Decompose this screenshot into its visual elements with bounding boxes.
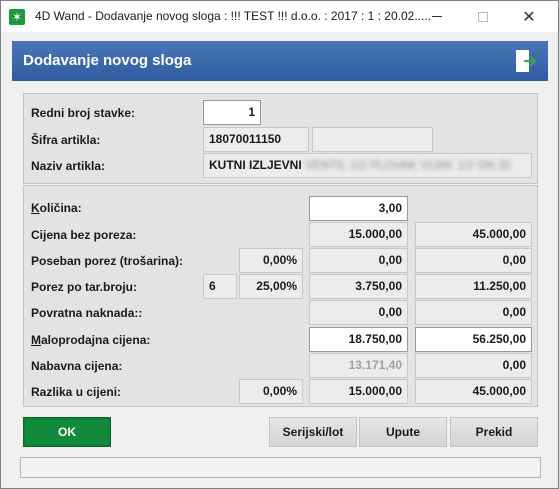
maloprodajna-label-hotkey: M (31, 333, 41, 347)
minimize-button[interactable] (414, 1, 460, 32)
cijena-bez-poreza-label: Cijena bez poreza: (31, 228, 137, 242)
nabavna-unit[interactable]: 13.171,40 (309, 353, 408, 378)
upute-button[interactable]: Upute (359, 417, 447, 447)
nabavna-label: Nabavna cijena: (31, 359, 123, 373)
maloprodajna-unit-input[interactable]: 18.750,00 (309, 327, 408, 352)
cijena-bez-poreza-total[interactable]: 45.000,00 (415, 222, 532, 247)
poseban-porez-label: Poseban porez (trošarina): (31, 254, 184, 268)
kolicina-input[interactable]: 3,00 (309, 196, 408, 221)
maximize-icon (478, 11, 488, 22)
sifra-field[interactable]: 18070011150 (203, 127, 309, 152)
poseban-porez-unit[interactable]: 0,00 (309, 248, 408, 273)
status-bar (20, 457, 541, 478)
porez-percent[interactable]: 25,00% (239, 274, 303, 299)
povratna-total[interactable]: 0,00 (415, 300, 532, 325)
razlika-percent[interactable]: 0,00% (239, 379, 303, 404)
naziv-label: Naziv artikla: (31, 159, 106, 173)
redni-broj-label: Redni broj stavke: (31, 106, 136, 120)
maximize-button[interactable] (460, 1, 506, 32)
porez-code[interactable]: 6 (203, 274, 237, 299)
minimize-icon (432, 16, 442, 17)
porez-total[interactable]: 11.250,00 (415, 274, 532, 299)
redni-broj-input[interactable]: 1 (203, 100, 261, 125)
dialog-header: Dodavanje novog sloga (12, 41, 548, 81)
kolicina-label: Količina: (31, 201, 82, 215)
porez-unit[interactable]: 3.750,00 (309, 274, 408, 299)
povratna-unit[interactable]: 0,00 (309, 300, 408, 325)
naziv-field[interactable]: KUTNI IZLJEVNI VENTIL 1/2 PLOVAK VIJAK 1… (203, 153, 532, 178)
sifra-label: Šifra artikla: (31, 133, 101, 147)
razlika-unit[interactable]: 15.000,00 (309, 379, 408, 404)
razlika-label: Razlika u cijeni: (31, 385, 122, 399)
window-title: 4D Wand - Dodavanje novog sloga : !!! TE… (35, 9, 432, 23)
nabavna-total[interactable]: 0,00 (415, 353, 532, 378)
maloprodajna-label: Maloprodajna cijena: (31, 333, 151, 347)
porez-label: Porez po tar.broju: (31, 280, 138, 294)
povratna-label: Povratna naknada:: (31, 306, 143, 320)
close-button[interactable]: ✕ (506, 1, 552, 32)
title-bar[interactable]: ✶ 4D Wand - Dodavanje novog sloga : !!! … (1, 1, 558, 32)
sifra-extra-field[interactable] (312, 127, 433, 152)
ok-button[interactable]: OK (23, 417, 111, 447)
naziv-value-blurred: VENTIL 1/2 PLOVAK VIJAK 1/2 DN 20 (305, 158, 512, 172)
razlika-total[interactable]: 45.000,00 (415, 379, 532, 404)
prekid-button[interactable]: Prekid (450, 417, 538, 447)
page-title: Dodavanje novog sloga (23, 52, 192, 69)
kolicina-label-hotkey: K (31, 201, 40, 215)
poseban-porez-percent[interactable]: 0,00% (239, 248, 303, 273)
cijena-bez-poreza-unit[interactable]: 15.000,00 (309, 222, 408, 247)
serijski-lot-button[interactable]: Serijski/lot (269, 417, 357, 447)
app-logo-icon: ✶ (9, 9, 25, 25)
maloprodajna-total-input[interactable]: 56.250,00 (415, 327, 532, 352)
dialog-window: ✶ 4D Wand - Dodavanje novog sloga : !!! … (0, 0, 559, 489)
poseban-porez-total[interactable]: 0,00 (415, 248, 532, 273)
exit-icon[interactable] (514, 49, 538, 73)
naziv-value: KUTNI IZLJEVNI (209, 158, 302, 172)
